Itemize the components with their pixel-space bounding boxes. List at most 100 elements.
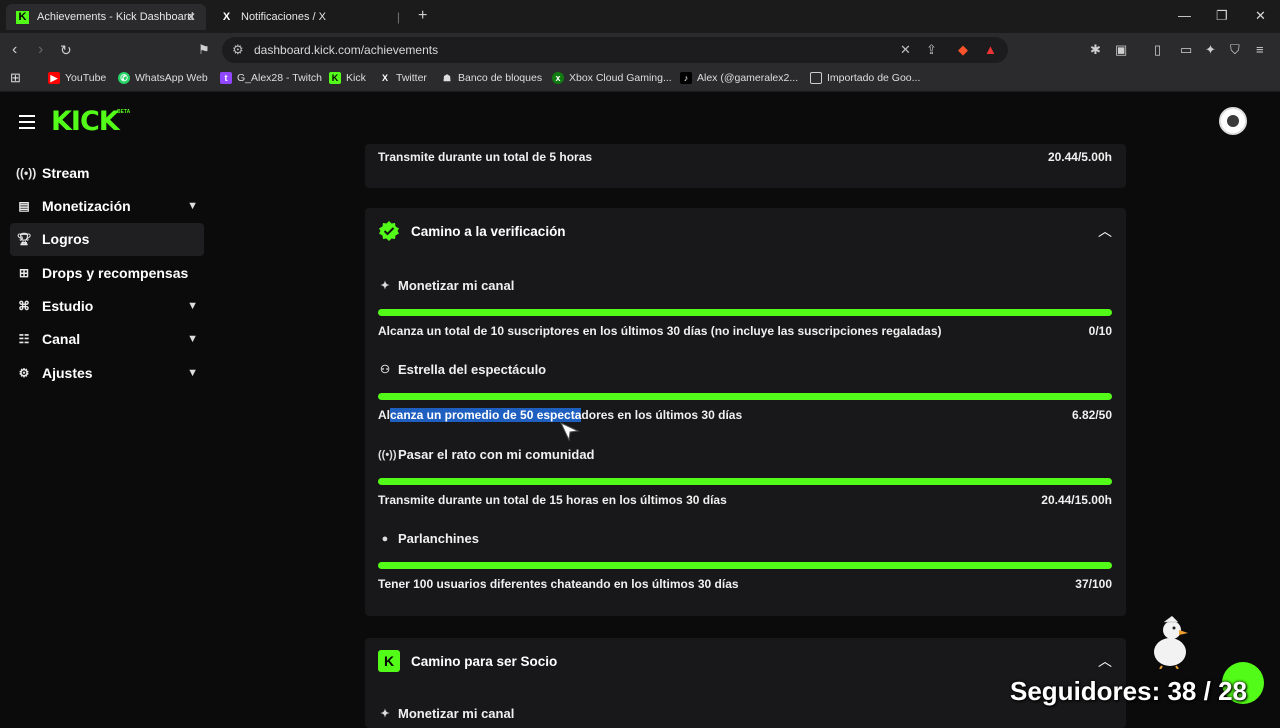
kick-badge-icon: K [378, 650, 400, 672]
bookmark-folder[interactable]: Importado de Goo... [810, 72, 920, 84]
bookmark-twitch[interactable]: t G_Alex28 - Twitch [220, 72, 322, 84]
trophy-icon: 🏆︎ [16, 232, 32, 247]
bookmark-label: Kick [346, 72, 366, 84]
user-avatar[interactable] [1219, 107, 1247, 135]
sidebar-item-monetizacion[interactable]: ▤ Monetización ▼ [10, 189, 204, 222]
vpn-icon[interactable]: ⛉ [1230, 42, 1240, 58]
brave-shield-icon[interactable]: ◆ [958, 42, 968, 58]
achievement-title: ⚇ Estrella del espectáculo [378, 362, 546, 377]
back-icon[interactable]: ‹ [12, 41, 17, 59]
progress-bar [378, 393, 1112, 400]
reader-icon[interactable]: ▣ [1115, 42, 1127, 58]
achievement-progress-value: 20.44/15.00h [1041, 493, 1112, 507]
restore-icon[interactable]: ❐ [1216, 8, 1228, 24]
tiktok-icon: ♪ [680, 72, 692, 84]
leo-icon[interactable]: ✦ [1205, 42, 1216, 58]
achievement-title: ✦ Monetizar mi canal [378, 706, 514, 721]
beta-badge: BETA [117, 109, 131, 115]
close-tab-icon[interactable]: ✕ [186, 10, 196, 24]
chevron-down-icon[interactable]: ▼ [187, 300, 198, 312]
sidebar-item-stream[interactable]: ((•)) Stream [10, 156, 204, 189]
sidebar-toggle-icon[interactable]: ▯ [1154, 42, 1161, 58]
studio-icon: ⌘ [18, 299, 30, 314]
reload-icon[interactable]: ↻ [60, 42, 72, 59]
achievement-progress-value: 0/10 [1088, 324, 1112, 338]
xbox-icon: x [552, 72, 564, 84]
broadcast-icon: ((•)) [378, 448, 397, 461]
kick-logo[interactable]: KICK [51, 106, 120, 137]
menu-icon[interactable]: ≡ [1256, 42, 1264, 57]
chevron-up-icon[interactable]: ︿ [1098, 651, 1112, 671]
bookmark-icon[interactable]: ⚑ [198, 42, 210, 58]
new-tab-button[interactable]: + [418, 7, 427, 25]
verification-section: Camino a la verificación ︿ ✦ Monetizar m… [365, 208, 1126, 616]
rewards-icon[interactable]: ▲ [984, 42, 997, 57]
site-info-icon[interactable]: ⚙ [232, 42, 244, 58]
achievement-title: ((•)) Pasar el rato con mi comunidad [378, 447, 595, 462]
section-title: Camino para ser Socio [411, 653, 558, 669]
browser-tab-bar: K Achievements - Kick Dashboard ✕ X Noti… [0, 0, 1280, 33]
minimize-icon[interactable]: — [1178, 8, 1191, 23]
bookmark-whatsapp[interactable]: ✆ WhatsApp Web [118, 72, 208, 84]
bookmark-banco[interactable]: ☗ Banco de bloques [441, 72, 542, 84]
bookmark-youtube[interactable]: ▶ YouTube [48, 72, 106, 84]
bookmark-label: WhatsApp Web [135, 72, 208, 84]
sidebar-nav: ((•)) Stream ▤ Monetización ▼ 🏆︎ Logros … [10, 156, 204, 390]
chevron-up-icon[interactable]: ︿ [1098, 221, 1112, 241]
bookmark-label: Twitter [396, 72, 427, 84]
achievement-title-text: Monetizar mi canal [398, 278, 515, 293]
sidebar-item-canal[interactable]: ☷ Canal ▼ [10, 323, 204, 356]
progress-bar [378, 309, 1112, 316]
mute-icon[interactable]: ✕ [900, 42, 911, 58]
desc-part: Al [378, 408, 390, 422]
whatsapp-icon: ✆ [118, 72, 130, 84]
x-icon: X [381, 73, 388, 83]
tab-achievements[interactable]: K Achievements - Kick Dashboard ✕ [6, 4, 206, 30]
share-icon[interactable]: ⇪ [926, 42, 937, 58]
sidebar-item-drops[interactable]: ⊞ Drops y recompensas [10, 256, 204, 289]
extensions-icon[interactable]: ✱ [1090, 42, 1101, 58]
bookmark-label: Banco de bloques [458, 72, 543, 84]
bookmark-twitter[interactable]: X Twitter [379, 72, 427, 84]
sidebar-item-estudio[interactable]: ⌘ Estudio ▼ [10, 290, 204, 323]
sidebar-item-label: Ajustes [42, 364, 93, 381]
folder-icon [810, 72, 822, 84]
gift-icon: ⊞ [18, 265, 30, 280]
chat-bubble-icon: ● [381, 532, 389, 545]
forward-icon[interactable]: › [38, 41, 43, 59]
bookmark-label: G_Alex28 - Twitch [237, 72, 323, 84]
chart-icon: ▤ [18, 198, 30, 213]
dashboard-page: KICK BETA ((•)) Stream ▤ Monetización ▼ … [0, 92, 1280, 728]
sidebar-item-logros[interactable]: 🏆︎ Logros [10, 222, 204, 256]
chevron-down-icon[interactable]: ▼ [187, 200, 198, 212]
achievement-title-text: Pasar el rato con mi comunidad [398, 447, 595, 462]
cursor-icon [559, 421, 580, 442]
section-header: Camino a la verificación [378, 220, 566, 242]
close-window-icon[interactable]: ✕ [1255, 8, 1266, 24]
achievement-description: Transmite durante un total de 5 horas [378, 150, 593, 164]
users-icon: ⚇ [380, 364, 390, 376]
address-bar[interactable]: ⚙ dashboard.kick.com/achievements ✕ ⇪ ◆ … [222, 37, 1008, 63]
sidebar-item-ajustes[interactable]: ⚙ Ajustes ▼ [10, 356, 204, 389]
chevron-down-icon[interactable]: ▼ [187, 367, 198, 379]
tab-title: Notificaciones / X [241, 11, 326, 23]
chevron-down-icon[interactable]: ▼ [187, 333, 198, 345]
duck-overlay-icon [1154, 615, 1188, 669]
bookmark-xbox[interactable]: x Xbox Cloud Gaming... [552, 72, 672, 84]
wallet-icon[interactable]: ▭ [1180, 42, 1192, 58]
bookmark-tiktok[interactable]: ♪ Alex (@gameralex2... [680, 72, 798, 84]
hamburger-menu-icon[interactable] [19, 115, 35, 133]
selected-text: canza un promedio de 50 especta [390, 408, 582, 422]
achievement-card-top: Transmite durante un total de 5 horas 20… [365, 144, 1126, 188]
desc-part: dores en los últimos 30 días [581, 408, 743, 422]
youtube-icon: ▶ [48, 72, 60, 84]
apps-icon[interactable]: ⊞ [10, 70, 21, 86]
bookmark-kick[interactable]: K Kick [329, 72, 366, 84]
achievement-title-text: Monetizar mi canal [398, 706, 515, 721]
tab-notificaciones[interactable]: X Notificaciones / X | [210, 4, 410, 30]
section-title: Camino a la verificación [411, 223, 566, 239]
sidebar-item-label: Logros [42, 231, 90, 248]
browser-toolbar: ‹ › ↻ ⚑ ⚙ dashboard.kick.com/achievement… [0, 33, 1280, 67]
bookmark-label: Xbox Cloud Gaming... [569, 72, 672, 84]
achievement-description: Transmite durante un total de 15 horas e… [378, 493, 727, 507]
